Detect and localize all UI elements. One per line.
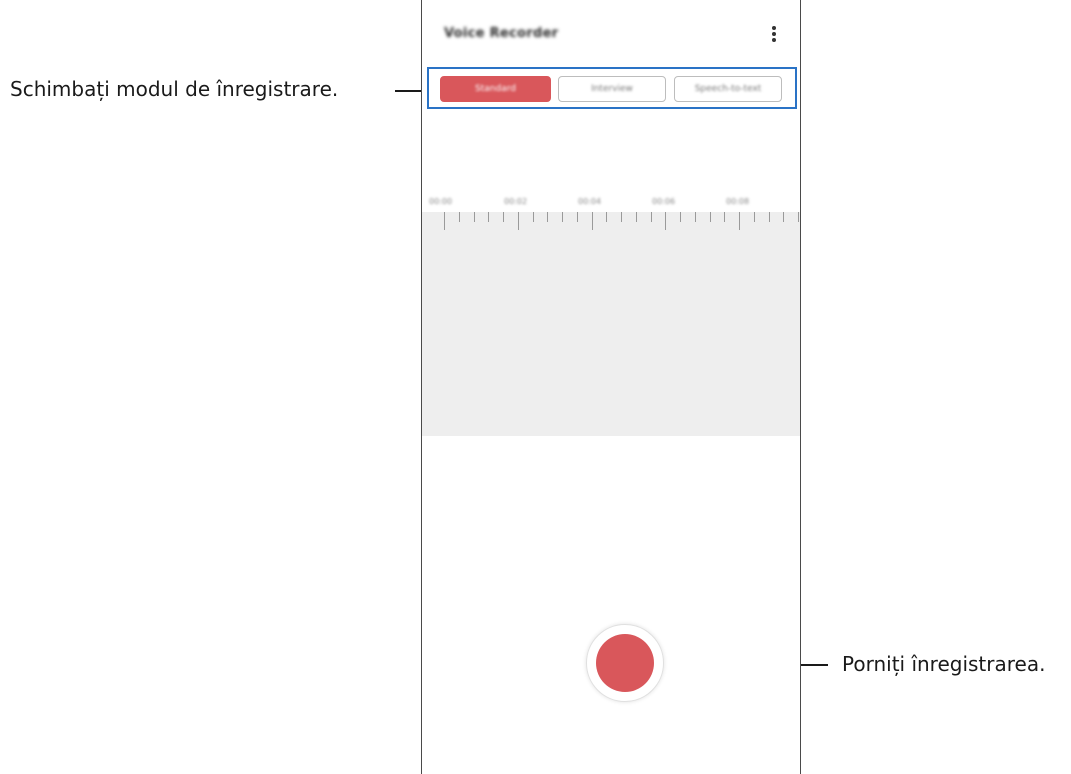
waveform-area — [422, 212, 800, 436]
mode-callout-text: Schimbați modul de înregistrare. — [10, 77, 339, 101]
ruler-minor-tick — [621, 212, 622, 222]
ruler-minor-tick — [562, 212, 563, 222]
timeline-label: 00:02 — [504, 197, 528, 206]
mode-standard-button[interactable]: Standard — [440, 76, 551, 102]
ruler-major-tick — [665, 212, 667, 230]
ruler-minor-tick — [458, 212, 460, 222]
ruler-minor-tick — [503, 212, 504, 222]
ruler-minor-tick — [650, 212, 652, 222]
ruler-minor-tick — [680, 212, 681, 222]
mode-standard-label: Standard — [475, 84, 516, 94]
timeline-ruler — [422, 212, 800, 236]
timeline-label: 00:08 — [726, 197, 750, 206]
mode-interview-label: Interview — [591, 84, 633, 94]
ruler-minor-tick — [798, 212, 799, 222]
record-button[interactable] — [586, 624, 664, 702]
ruler-minor-tick — [532, 212, 534, 222]
record-callout-text: Porniți înregistrarea. — [842, 652, 1046, 676]
timeline-label: 00:04 — [578, 197, 602, 206]
ruler-minor-tick — [488, 212, 490, 222]
ruler-major-tick — [739, 212, 740, 230]
ruler-major-tick — [517, 212, 519, 230]
more-options-button[interactable] — [764, 24, 784, 44]
ruler-minor-tick — [547, 212, 549, 222]
record-icon — [596, 634, 654, 692]
ruler-minor-tick — [768, 212, 770, 222]
ruler-minor-tick — [473, 212, 475, 222]
ruler-major-tick — [591, 212, 593, 230]
timeline-label: 00:00 — [429, 197, 453, 206]
ruler-minor-tick — [783, 212, 785, 222]
ruler-minor-tick — [576, 212, 578, 222]
ruler-minor-tick — [753, 212, 755, 222]
ruler-minor-tick — [709, 212, 711, 222]
ruler-minor-tick — [694, 212, 696, 222]
mode-speech-to-text-label: Speech-to-text — [694, 84, 762, 94]
ruler-minor-tick — [724, 212, 726, 222]
mode-speech-to-text-button[interactable]: Speech-to-text — [674, 76, 782, 102]
app-title: Voice Recorder — [444, 26, 559, 41]
timeline-label: 00:06 — [652, 197, 676, 206]
ruler-minor-tick — [606, 212, 608, 222]
mode-interview-button[interactable]: Interview — [558, 76, 666, 102]
phone-screen: Voice Recorder Standard Interview Speech… — [421, 0, 801, 774]
ruler-minor-tick — [635, 212, 637, 222]
ruler-major-tick — [444, 212, 445, 230]
recording-mode-selector: Standard Interview Speech-to-text — [427, 67, 797, 109]
